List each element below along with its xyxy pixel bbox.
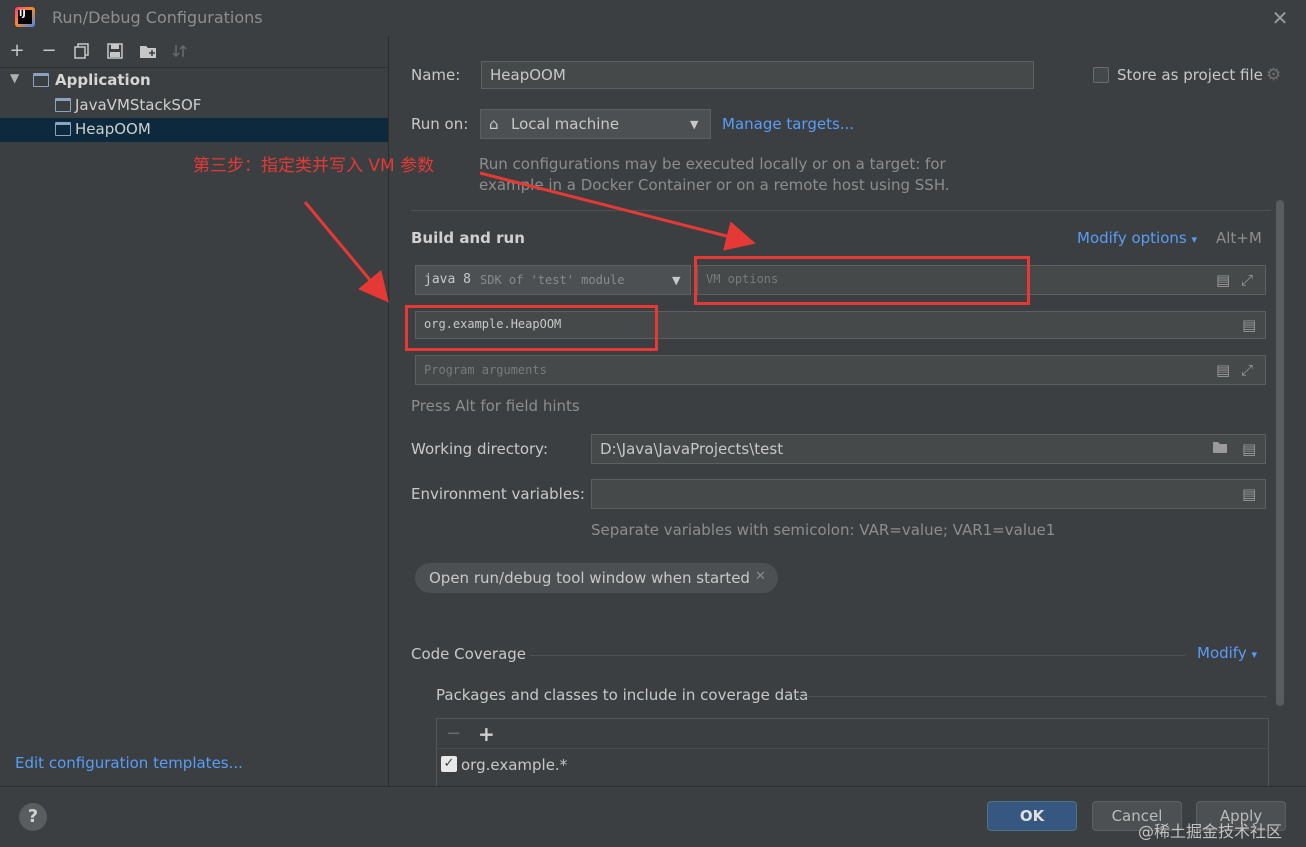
main-class-highlight <box>405 305 658 351</box>
annotation-text: 第三步：指定类并写入 VM 参数 <box>193 156 435 176</box>
tree-group-label: Application <box>55 71 151 89</box>
manage-targets-link[interactable]: Manage targets... <box>722 115 854 133</box>
home-icon: ⌂ <box>489 115 499 133</box>
table-divider <box>437 748 1268 749</box>
build-and-run-label: Build and run <box>411 229 525 247</box>
application-config-icon <box>55 98 71 112</box>
tree-group-application[interactable]: ▼ Application <box>0 69 388 93</box>
sort-icon[interactable] <box>170 40 190 62</box>
section-divider <box>797 696 1267 697</box>
expand-icon[interactable]: ⤢ <box>1241 271 1253 289</box>
expand-text-icon[interactable]: ▤ <box>1216 271 1230 289</box>
modify-coverage-link[interactable]: Modify ▾ <box>1197 644 1257 662</box>
run-on-hint-line1: Run configurations may be executed local… <box>479 155 946 173</box>
coverage-packages-label: Packages and classes to include in cover… <box>436 686 809 704</box>
scrollbar[interactable] <box>1276 200 1284 706</box>
chevron-down-icon: ▾ <box>1251 648 1258 661</box>
run-on-select[interactable]: ⌂ Local machine ▼ <box>480 109 711 139</box>
expand-icon[interactable]: ⤢ <box>1241 361 1253 379</box>
intellij-logo-icon: IJ <box>15 7 35 27</box>
folder-icon[interactable] <box>1212 440 1228 458</box>
new-folder-icon[interactable] <box>138 40 158 62</box>
name-input[interactable]: HeapOOM <box>481 61 1034 89</box>
code-coverage-label: Code Coverage <box>411 645 527 663</box>
environment-variables-hint: Separate variables with semicolon: VAR=v… <box>591 521 1056 539</box>
ok-button[interactable]: OK <box>987 801 1077 831</box>
working-directory-label: Working directory: <box>411 440 549 458</box>
store-as-project-checkbox[interactable] <box>1093 67 1109 83</box>
close-icon[interactable]: ✕ <box>1268 6 1292 30</box>
modify-options-shortcut: Alt+M <box>1216 229 1262 247</box>
add-icon[interactable]: + <box>7 40 27 62</box>
run-on-label: Run on: <box>411 115 469 133</box>
section-divider <box>530 655 1185 656</box>
working-directory-input[interactable]: D:\Java\JavaProjects\test ▤ <box>591 434 1266 464</box>
modify-label: Modify <box>1197 644 1247 662</box>
environment-variables-input[interactable]: ▤ <box>591 479 1266 509</box>
working-directory-value: D:\Java\JavaProjects\test <box>600 440 784 458</box>
environment-variables-label: Environment variables: <box>411 485 585 503</box>
section-divider <box>411 210 1271 211</box>
application-config-icon <box>55 122 71 136</box>
chevron-down-icon: ▾ <box>1191 233 1198 246</box>
gear-icon[interactable]: ⚙ <box>1266 65 1281 85</box>
window-title: Run/Debug Configurations <box>52 8 263 27</box>
modify-options-link[interactable]: Modify options ▾ <box>1077 229 1197 247</box>
watermark: @稀土掘金技术社区 <box>1138 822 1283 841</box>
chevron-down-icon: ▼ <box>672 274 681 287</box>
run-on-hint-line2: example in a Docker Container or on a re… <box>479 176 950 194</box>
edit-env-icon[interactable]: ▤ <box>1242 485 1256 503</box>
add-pattern-icon[interactable]: + <box>478 722 495 746</box>
name-label: Name: <box>411 66 461 84</box>
name-value: HeapOOM <box>490 66 566 84</box>
application-icon <box>33 73 49 87</box>
modify-options-label: Modify options <box>1077 229 1187 247</box>
sdk-hint: SDK of 'test' module <box>480 273 625 287</box>
remove-icon[interactable]: − <box>446 723 461 744</box>
edit-templates-link[interactable]: Edit configuration templates... <box>15 754 243 772</box>
vm-options-highlight <box>694 256 1030 305</box>
tree-item-heapoom[interactable]: HeapOOM <box>0 118 388 142</box>
sdk-select[interactable]: java 8 SDK of 'test' module ▼ <box>415 265 691 295</box>
tree-item-label: JavaVMStackSOF <box>75 96 202 114</box>
store-as-project-label: Store as project file <box>1117 66 1263 84</box>
coverage-pattern-label: org.example.* <box>461 756 568 774</box>
tree-item-javavmstacksof[interactable]: JavaVMStackSOF <box>0 94 388 118</box>
browse-class-icon[interactable]: ▤ <box>1242 316 1256 334</box>
help-button[interactable]: ? <box>19 803 47 831</box>
tree-item-label: HeapOOM <box>75 120 151 138</box>
sdk-value: java 8 <box>424 272 471 287</box>
coverage-table <box>436 718 1269 788</box>
program-arguments-input[interactable]: Program arguments ▤ ⤢ <box>415 355 1266 385</box>
copy-icon[interactable] <box>72 40 92 62</box>
remove-icon[interactable]: − <box>39 40 59 62</box>
expand-text-icon[interactable]: ▤ <box>1216 361 1230 379</box>
coverage-pattern-checkbox[interactable]: ✓ <box>441 756 457 772</box>
program-arguments-placeholder: Program arguments <box>424 363 547 377</box>
close-icon[interactable]: ✕ <box>755 569 766 584</box>
logo-text: IJ <box>19 9 26 19</box>
chevron-down-icon[interactable]: ▼ <box>10 71 19 85</box>
save-icon[interactable] <box>105 40 125 62</box>
config-tree-panel <box>0 36 389 786</box>
run-on-value: Local machine <box>511 115 620 133</box>
chip-label: Open run/debug tool window when started <box>429 569 750 587</box>
field-hints-text: Press Alt for field hints <box>411 397 580 415</box>
macros-icon[interactable]: ▤ <box>1242 440 1256 458</box>
open-tool-window-chip[interactable]: Open run/debug tool window when started … <box>415 563 778 593</box>
chevron-down-icon: ▼ <box>690 118 699 131</box>
